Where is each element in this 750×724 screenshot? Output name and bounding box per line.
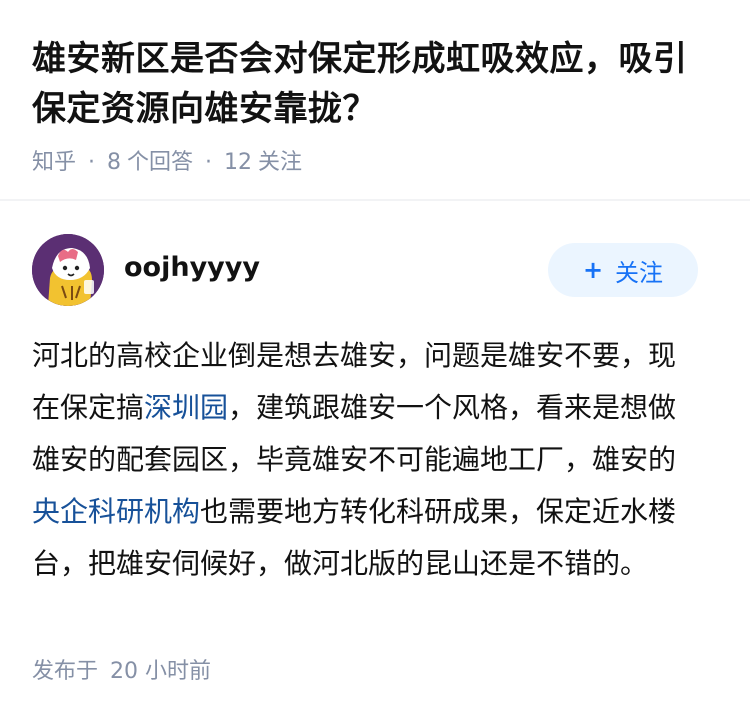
published-label: 发布于 xyxy=(32,659,99,684)
source-label[interactable]: 知乎 xyxy=(32,148,76,178)
separator-dot: · xyxy=(88,150,96,175)
question-header: 雄安新区是否会对保定形成虹吸效应，吸引保定资源向雄安靠拢？ 知乎 · 8 个回答… xyxy=(0,0,750,178)
question-meta: 知乎 · 8 个回答 · 12 关注 xyxy=(32,148,718,178)
published-time: 20 小时前 xyxy=(110,659,212,684)
question-title[interactable]: 雄安新区是否会对保定形成虹吸效应，吸引保定资源向雄安靠拢？ xyxy=(32,34,718,134)
link-soe-research-institutes[interactable]: 央企科研机构 xyxy=(32,495,200,528)
answer-count: 8 xyxy=(107,150,122,175)
follow-count: 12 xyxy=(224,150,253,175)
follow-count-label: 关注 xyxy=(258,150,303,175)
avatar[interactable] xyxy=(32,234,104,306)
publish-info: 发布于 20 小时前 xyxy=(32,656,211,688)
follow-button[interactable]: + 关注 xyxy=(548,243,698,297)
answer-count-label: 个回答 xyxy=(127,150,194,175)
avatar-illustration-icon xyxy=(32,234,104,306)
link-shenzhen-park[interactable]: 深圳园 xyxy=(144,391,228,424)
follow-button-label: 关注 xyxy=(615,258,664,287)
answer-content: 河北的高校企业倒是想去雄安，问题是雄安不要，现在保定搞深圳园，建筑跟雄安一个风格… xyxy=(32,330,700,590)
plus-icon: + xyxy=(582,256,604,284)
author-name[interactable]: oojhyyyy xyxy=(124,252,548,283)
separator-dot: · xyxy=(205,150,213,175)
section-divider xyxy=(0,199,750,201)
author-row: oojhyyyy + 关注 xyxy=(32,234,698,306)
